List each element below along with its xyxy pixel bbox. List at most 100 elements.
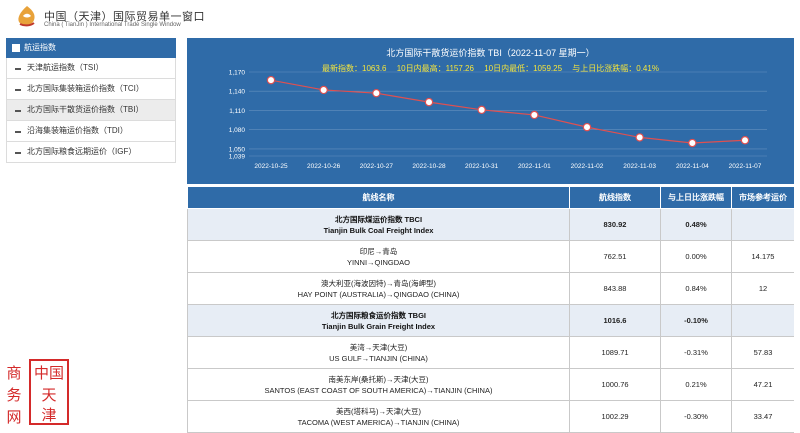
route-price-cell: 33.47 [731,400,794,433]
route-price-cell: 47.21 [731,368,794,401]
dash-icon [15,68,21,70]
route-change-cell: 0.48% [660,208,732,241]
menu-square-icon [12,44,20,52]
route-name-en: US GULF→TIANJIN (CHINA) [329,353,428,363]
route-name-cell: 北方国际煤运价指数 TBCI Tianjin Bulk Coal Freight … [187,208,570,241]
svg-text:天: 天 [41,386,56,404]
stat-latest: 最新指数：1063.6 [322,64,387,73]
route-index-cell: 762.51 [569,240,661,273]
data-point [530,110,539,120]
route-name-cn: 美西(塔科马)→天津(大豆) [336,406,421,416]
route-change-cell: -0.31% [660,336,732,369]
route-name-en: YINNI→QINGDAO [347,257,410,267]
sidebar-item-label: 北方国际粮食远期运价（IGF） [27,147,137,156]
route-name-cn: 南美东岸(桑托斯)→天津(大豆) [328,374,429,384]
x-tick-label: 2022-10-27 [360,163,394,170]
table-header-row: 航线名称 航线指数 与上日比涨跌幅 市场参考运价 [187,186,794,209]
route-name-cn: 北方国际煤运价指数 TBCI [334,214,423,224]
route-name-en: Tianjin Bulk Grain Freight Index [321,321,436,331]
site-title-en: China ( TianJin ) International Trade Si… [44,22,181,28]
route-name-cn: 印尼→青岛 [359,246,398,256]
route-index-cell: 1089.71 [569,336,661,369]
route-name-en: Tianjin Bulk Coal Freight Index [323,225,434,235]
route-name-cn: 美湾→天津(大豆) [349,342,408,352]
stat-high: 10日内最高：1157.26 [396,64,474,73]
dash-icon [15,110,21,112]
route-name-cn: 澳大利亚(海波因特)→青岛(海岬型) [321,278,436,288]
route-name-en: HAY POINT (AUSTRALIA)→QINGDAO (CHINA) [297,289,460,299]
route-name-cell: 澳大利亚(海波因特)→青岛(海岬型) HAY POINT (AUSTRALIA)→… [187,272,570,305]
route-index-cell: 1002.29 [569,400,661,433]
data-point [319,85,328,95]
table-row: 美西(塔科马)→天津(大豆) TACOMA (WEST AMERICA)→TIAN… [187,400,794,433]
y-tick-label: 1,050 [229,146,246,153]
route-index-cell: 1000.76 [569,368,661,401]
stat-change: 与上日比涨跌幅：0.41% [572,64,659,73]
data-point [266,75,276,85]
x-tick-label: 2022-11-04 [676,163,709,170]
sidebar-item-tbi[interactable]: 北方国际干散货运价指数（TBI） [6,100,176,121]
col-header-index: 航线指数 [569,186,661,209]
table-row: 美湾→天津(大豆) US GULF→TIANJIN (CHINA) 1089.71-… [187,336,794,369]
x-tick-label: 2022-10-31 [465,163,499,170]
sidebar-item-tdi[interactable]: 沿海集装箱运价指数（TDI） [6,121,176,142]
table-row: 印尼→青岛 YINNI→QINGDAO 762.51 0.00% 14.175 [187,240,794,273]
sidebar-item-label: 天津航运指数（TSI） [27,63,104,72]
route-change-cell: -0.30% [660,400,732,433]
data-point [477,105,486,115]
table-row: 澳大利亚(海波因特)→青岛(海岬型) HAY POINT (AUSTRALIA)→… [187,272,794,305]
route-name-en: TACOMA (WEST AMERICA)→TIANJIN (CHINA) [297,417,460,427]
sidebar-item-tsi[interactable]: 天津航运指数（TSI） [6,58,176,79]
route-index-cell: 1016.6 [569,304,661,337]
chart-stats: 最新指数：1063.6 10日内最高：1157.26 10日内最低：1059.2… [187,63,794,74]
route-index-cell: 830.92 [569,208,661,241]
table-row: 南美东岸(桑托斯)→天津(大豆) SANTOS (EAST COAST OF SO… [187,368,794,401]
svg-text:中国: 中国 [34,364,64,382]
route-price-cell: 57.83 [731,336,794,369]
index-line-chart: 1,1701,1401,1101,0801,0501,0392022-10-25… [229,70,767,170]
sidebar-heading-label: 航运指数 [24,43,56,52]
sidebar-item-label: 北方国际集装箱运价指数（TCI） [27,84,144,93]
table-body: 北方国际煤运价指数 TBCI Tianjin Bulk Coal Freight … [187,208,794,433]
dash-icon [15,131,21,133]
chart-title: 北方国际干散货运价指数 TBI（2022-11-07 星期一） [386,48,595,58]
series-line [270,79,746,144]
y-tick-label: 1,110 [229,108,245,115]
route-change-cell: -0.10% [660,304,732,337]
sidebar: 航运指数 天津航运指数（TSI） 北方国际集装箱运价指数（TCI） 北方国际干散… [6,38,176,163]
route-name-cell: 美湾→天津(大豆) US GULF→TIANJIN (CHINA) [187,336,570,369]
data-point [740,136,750,145]
route-change-cell: 0.84% [660,272,732,305]
sidebar-item-tci[interactable]: 北方国际集装箱运价指数（TCI） [6,79,176,100]
route-price-cell: 12 [731,272,794,305]
dash-icon [15,152,21,154]
y-tick-label: 1,080 [229,127,246,134]
x-tick-label: 2022-10-28 [412,163,446,170]
route-change-cell: 0.21% [660,368,732,401]
route-price-cell [731,304,794,337]
seal-stamp-icon: 商 务 网 中国 天 津 [6,359,69,426]
sidebar-item-label: 北方国际干散货运价指数（TBI） [27,105,144,114]
route-table-container[interactable]: 航线名称 航线指数 与上日比涨跌幅 市场参考运价 北方国际煤运价指数 TBCI T… [187,186,794,433]
data-point [688,138,697,148]
svg-text:务: 务 [6,386,21,404]
table-group-row: 北方国际煤运价指数 TBCI Tianjin Bulk Coal Freight … [187,208,794,241]
route-table: 航线名称 航线指数 与上日比涨跌幅 市场参考运价 北方国际煤运价指数 TBCI T… [187,186,794,433]
y-tick-label: 1,039 [229,154,246,161]
table-group-row: 北方国际粮食运价指数 TBGI Tianjin Bulk Grain Freigh… [187,304,794,337]
col-header-route: 航线名称 [187,186,570,209]
route-name-cell: 印尼→青岛 YINNI→QINGDAO [187,240,570,273]
route-name-cn: 北方国际粮食运价指数 TBGI [331,310,426,320]
data-point [635,133,644,142]
svg-text:商: 商 [6,364,21,382]
sidebar-item-igf[interactable]: 北方国际粮食远期运价（IGF） [6,142,176,163]
x-tick-label: 2022-10-26 [307,163,341,170]
route-change-cell: 0.00% [660,240,732,273]
stat-low: 10日内最低：1059.25 [484,64,563,73]
col-header-change: 与上日比涨跌幅 [660,186,732,209]
site-header: 中国（天津）国际贸易单一窗口 China ( TianJin ) Interna… [0,0,800,36]
chart-panel: 1,170 1,140 1,110 1,080 1,050 1,039 2022-10-25… [187,38,794,184]
x-tick-label: 2022-11-07 [729,163,762,170]
data-point [372,88,381,98]
route-name-cell: 北方国际粮食运价指数 TBGI Tianjin Bulk Grain Freigh… [187,304,570,337]
